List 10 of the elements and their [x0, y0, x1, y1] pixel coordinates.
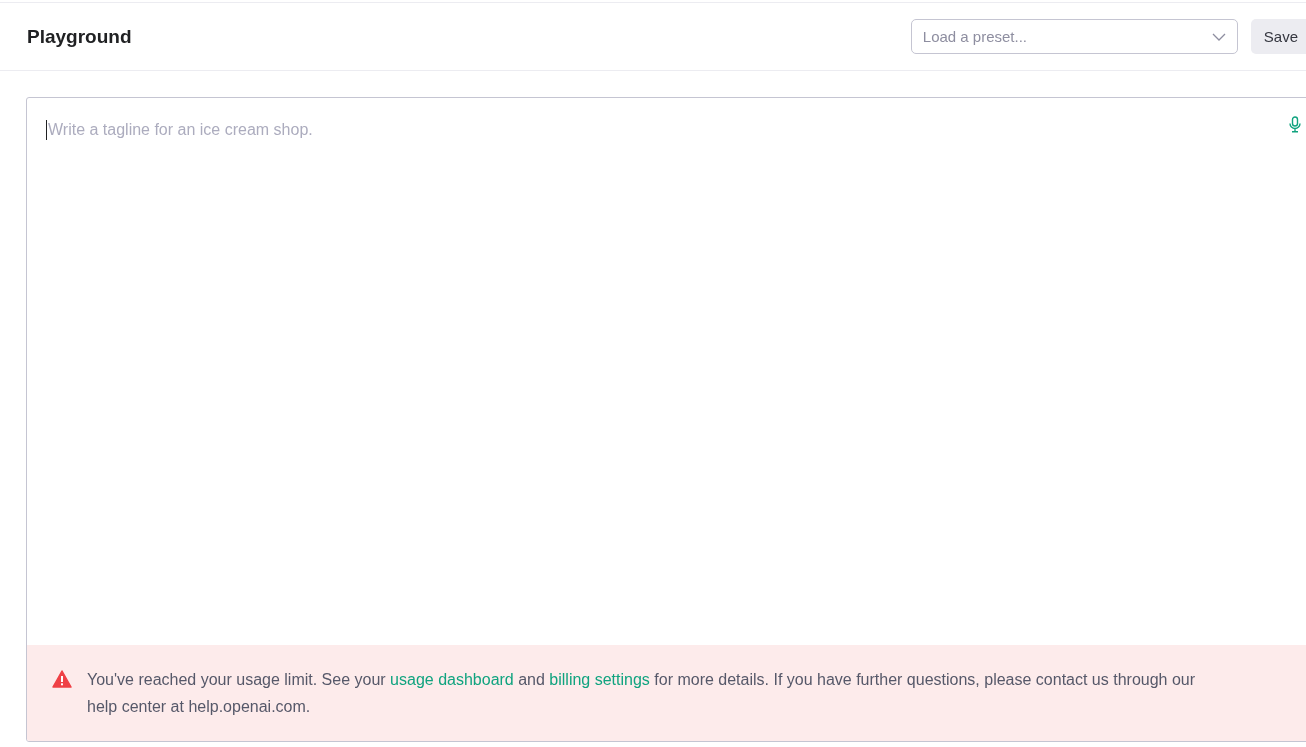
alert-link[interactable]: usage dashboard — [390, 671, 514, 688]
microphone-icon[interactable] — [1289, 116, 1301, 133]
warning-icon — [52, 670, 72, 688]
alert-link[interactable]: billing settings — [549, 671, 650, 688]
save-button[interactable]: Save — [1250, 19, 1306, 54]
chevron-down-icon — [1211, 33, 1226, 41]
prompt-input[interactable]: Write a tagline for an ice cream shop. — [46, 120, 1119, 140]
preset-dropdown[interactable]: Load a preset... — [910, 19, 1238, 54]
page-title: Playground — [27, 25, 133, 48]
alert-message: You've reached your usage limit. See your usage dashboard and billing settings for more details. If you have further questions, please contact us through our help center at help.openai.com. — [87, 670, 1197, 717]
